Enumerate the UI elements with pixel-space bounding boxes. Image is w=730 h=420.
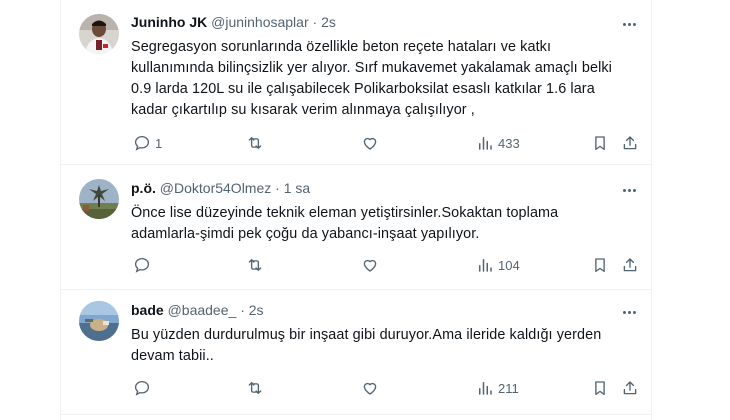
more-dots-icon[interactable] bbox=[617, 302, 641, 322]
tweet-header: Juninho JK @juninhosaplar · 2s bbox=[131, 14, 336, 30]
bookmark-button[interactable] bbox=[591, 376, 609, 400]
like-button[interactable] bbox=[361, 253, 383, 277]
user-handle[interactable]: @baadee_ bbox=[168, 302, 237, 318]
separator-dot: · bbox=[312, 14, 318, 30]
views-button[interactable]: 211 bbox=[476, 376, 519, 400]
heart-icon bbox=[363, 259, 377, 272]
timestamp[interactable]: 1 sa bbox=[284, 180, 310, 196]
bookmark-icon bbox=[595, 258, 605, 273]
timestamp[interactable]: 2s bbox=[249, 302, 264, 318]
retweet-icon bbox=[248, 382, 262, 394]
tweet[interactable]: p.ö. @Doktor54Olmez · 1 sa Önce lise düz… bbox=[61, 165, 651, 290]
heart-icon bbox=[363, 137, 377, 150]
user-handle[interactable]: @juninhosaplar bbox=[211, 14, 309, 30]
share-icon bbox=[623, 381, 637, 395]
more-dots-icon[interactable] bbox=[617, 180, 641, 200]
tweet[interactable]: bade @baadee_ · 2s Bu yüzden durdurulmuş… bbox=[61, 290, 651, 415]
bookmark-icon bbox=[595, 136, 605, 151]
tweet-text-line: kullanımında bilinçsizlik yer alıyor. Sı… bbox=[131, 60, 612, 76]
retweet-icon bbox=[248, 137, 262, 149]
retweet-button[interactable] bbox=[246, 253, 268, 277]
bookmark-button[interactable] bbox=[591, 131, 609, 155]
share-button[interactable] bbox=[621, 131, 639, 155]
display-name[interactable]: p.ö. bbox=[131, 180, 156, 196]
bookmark-icon bbox=[595, 381, 605, 396]
avatar[interactable] bbox=[79, 179, 119, 219]
views-chart-icon bbox=[479, 382, 492, 395]
reply-button[interactable]: 1 bbox=[133, 131, 162, 155]
timestamp[interactable]: 2s bbox=[321, 14, 336, 30]
tweet-text: Segregasyon sorunlarında özellikle beton… bbox=[131, 37, 641, 121]
reply-icon bbox=[134, 380, 150, 396]
share-icon bbox=[623, 136, 637, 150]
heart-icon bbox=[363, 382, 377, 395]
tweet-text-line: Bu yüzden durdurulmuş bir inşaat gibi du… bbox=[131, 327, 602, 343]
avatar[interactable] bbox=[79, 301, 119, 341]
share-button[interactable] bbox=[621, 253, 639, 277]
reply-button[interactable] bbox=[133, 376, 155, 400]
retweet-button[interactable] bbox=[246, 376, 268, 400]
timeline: Juninho JK @juninhosaplar · 2s Segregasy… bbox=[60, 0, 652, 420]
tweet-text-line: adamlarla-şimdi pek çoğu da yabancı-inşa… bbox=[131, 226, 480, 242]
action-bar: 1 433 bbox=[61, 131, 651, 155]
retweet-icon bbox=[248, 259, 262, 271]
share-button[interactable] bbox=[621, 376, 639, 400]
tweet-text-line: Segregasyon sorunlarında özellikle beton… bbox=[131, 39, 552, 55]
views-button[interactable]: 433 bbox=[476, 131, 520, 155]
tweet-text-line: devam tabii.. bbox=[131, 348, 214, 364]
views-button[interactable]: 104 bbox=[476, 253, 520, 277]
tweet-text-line: kadar çıkartılıp su kısarak verim alınma… bbox=[131, 102, 475, 118]
user-handle[interactable]: @Doktor54Olmez bbox=[160, 180, 271, 196]
reply-icon bbox=[134, 257, 150, 273]
like-button[interactable] bbox=[361, 376, 383, 400]
retweet-button[interactable] bbox=[246, 131, 268, 155]
share-icon bbox=[623, 258, 637, 272]
tweet[interactable]: Juninho JK @juninhosaplar · 2s Segregasy… bbox=[61, 0, 651, 165]
views-chart-icon bbox=[479, 259, 492, 272]
views-count: 211 bbox=[498, 380, 519, 396]
tweet-header: p.ö. @Doktor54Olmez · 1 sa bbox=[131, 180, 310, 196]
display-name[interactable]: bade bbox=[131, 302, 164, 318]
avatar[interactable] bbox=[79, 14, 119, 54]
views-chart-icon bbox=[479, 137, 492, 150]
reply-button[interactable] bbox=[133, 253, 155, 277]
tweet-text-line: Önce lise düzeyinde teknik eleman yetişt… bbox=[131, 205, 559, 221]
views-count: 104 bbox=[498, 257, 520, 273]
tweet-text: Bu yüzden durdurulmuş bir inşaat gibi du… bbox=[131, 325, 641, 367]
reply-icon bbox=[134, 135, 150, 151]
bookmark-button[interactable] bbox=[591, 253, 609, 277]
more-dots-icon[interactable] bbox=[617, 14, 641, 34]
separator-dot: · bbox=[275, 180, 280, 196]
action-bar: 104 bbox=[61, 253, 651, 277]
tweet-text-line: 0.9 larda 120L su ile çalışabilecek Poli… bbox=[131, 81, 595, 97]
views-count: 433 bbox=[498, 135, 520, 151]
tweet-text: Önce lise düzeyinde teknik eleman yetişt… bbox=[131, 203, 641, 245]
separator-dot: · bbox=[240, 302, 245, 318]
display-name[interactable]: Juninho JK bbox=[131, 14, 207, 30]
like-button[interactable] bbox=[361, 131, 383, 155]
reply-count: 1 bbox=[155, 135, 163, 151]
action-bar: 211 bbox=[61, 376, 651, 400]
tweet-header: bade @baadee_ · 2s bbox=[131, 302, 264, 318]
